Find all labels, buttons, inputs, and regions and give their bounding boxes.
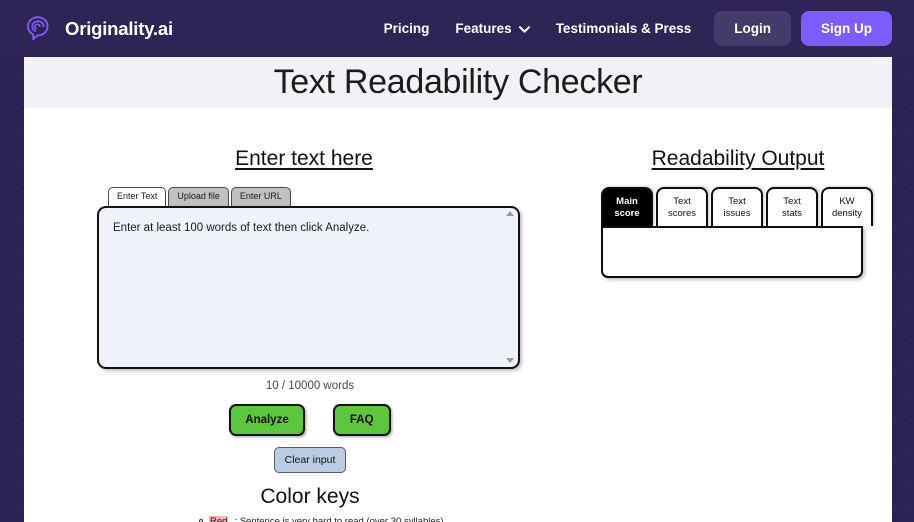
faq-button[interactable]: FAQ xyxy=(332,403,391,436)
chevron-down-icon xyxy=(518,21,530,36)
top-navigation-bar: Originality.ai Pricing Features Testimon… xyxy=(0,0,914,57)
text-input-textarea[interactable] xyxy=(97,205,520,369)
textarea-scrollbar[interactable] xyxy=(504,210,515,363)
tab-text-stats-line2: stats xyxy=(781,207,803,219)
tab-enter-url[interactable]: Enter URL xyxy=(230,187,291,206)
page-title-band: Text Readability Checker xyxy=(24,57,892,108)
tab-kw-density-line2: density xyxy=(831,207,863,219)
color-keys-list: Red : Sentence is very hard to read (ove… xyxy=(199,515,584,522)
tab-text-scores-line2: scores xyxy=(668,207,696,219)
word-count-label: 10 / 10000 words xyxy=(265,379,355,392)
tab-main-score[interactable]: Main score xyxy=(601,187,653,226)
nav-link-testimonials-and-press[interactable]: Testimonials & Press xyxy=(543,13,705,44)
input-mode-tabs: Enter Text Upload file Enter URL xyxy=(108,187,584,206)
page-title: Text Readability Checker xyxy=(273,63,643,101)
tab-text-stats[interactable]: Text stats xyxy=(766,187,818,226)
tab-kw-density-line1: KW xyxy=(839,196,855,207)
color-key-red-description: : Sentence is very hard to read (over 30… xyxy=(234,515,444,522)
nav-link-pricing-label: Pricing xyxy=(383,21,430,36)
nav-link-features-label: Features xyxy=(455,21,512,36)
triangle-down-icon[interactable] xyxy=(505,357,514,363)
output-column: Readability Output Main score Text score… xyxy=(584,108,892,278)
readability-output-heading: Readability Output xyxy=(651,147,825,170)
brand-name-text: Originality.ai xyxy=(65,17,173,39)
output-result-panel xyxy=(601,225,863,278)
analyze-button[interactable]: Analyze xyxy=(229,403,305,436)
tab-upload-file[interactable]: Upload file xyxy=(168,187,229,206)
output-tabs: Main score Text scores Text issues Text … xyxy=(601,187,892,226)
input-column: Enter text here Enter Text Upload file E… xyxy=(24,108,584,522)
brand-logo[interactable]: Originality.ai xyxy=(22,12,173,46)
nav-link-testimonials-label: Testimonials & Press xyxy=(555,21,692,36)
tab-text-scores-line1: Text xyxy=(673,196,691,207)
brain-logo-icon xyxy=(22,12,56,46)
clear-button-row: Clear input xyxy=(36,446,584,473)
tab-kw-density[interactable]: KW density xyxy=(821,187,873,226)
tab-text-stats-line1: Text xyxy=(783,196,801,207)
signup-button[interactable]: Sign Up xyxy=(801,11,892,46)
triangle-up-icon[interactable] xyxy=(505,210,514,216)
main-content-page: Text Readability Checker Enter text here… xyxy=(24,57,892,522)
tab-text-issues-line2: issues xyxy=(723,207,751,219)
tab-main-score-line2: score xyxy=(614,207,640,219)
nav-link-features[interactable]: Features xyxy=(442,13,542,44)
tab-enter-text[interactable]: Enter Text xyxy=(108,187,167,206)
color-keys-heading: Color keys xyxy=(260,484,360,508)
enter-text-heading: Enter text here xyxy=(235,147,373,170)
text-input-wrapper xyxy=(97,205,520,369)
login-button[interactable]: Login xyxy=(714,11,791,46)
tab-text-issues[interactable]: Text issues xyxy=(711,187,763,226)
color-key-red-label: Red xyxy=(209,515,229,522)
nav-links-group: Pricing Features Testimonials & Press Lo… xyxy=(371,11,914,46)
tab-text-scores[interactable]: Text scores xyxy=(656,187,708,226)
tab-text-issues-line1: Text xyxy=(728,196,746,207)
clear-input-button[interactable]: Clear input xyxy=(273,446,347,473)
action-button-row: Analyze FAQ xyxy=(36,403,584,436)
tab-main-score-line1: Main xyxy=(616,196,638,207)
content-columns: Enter text here Enter Text Upload file E… xyxy=(24,108,892,522)
list-item: Red : Sentence is very hard to read (ove… xyxy=(199,515,584,522)
nav-link-pricing[interactable]: Pricing xyxy=(371,13,443,44)
